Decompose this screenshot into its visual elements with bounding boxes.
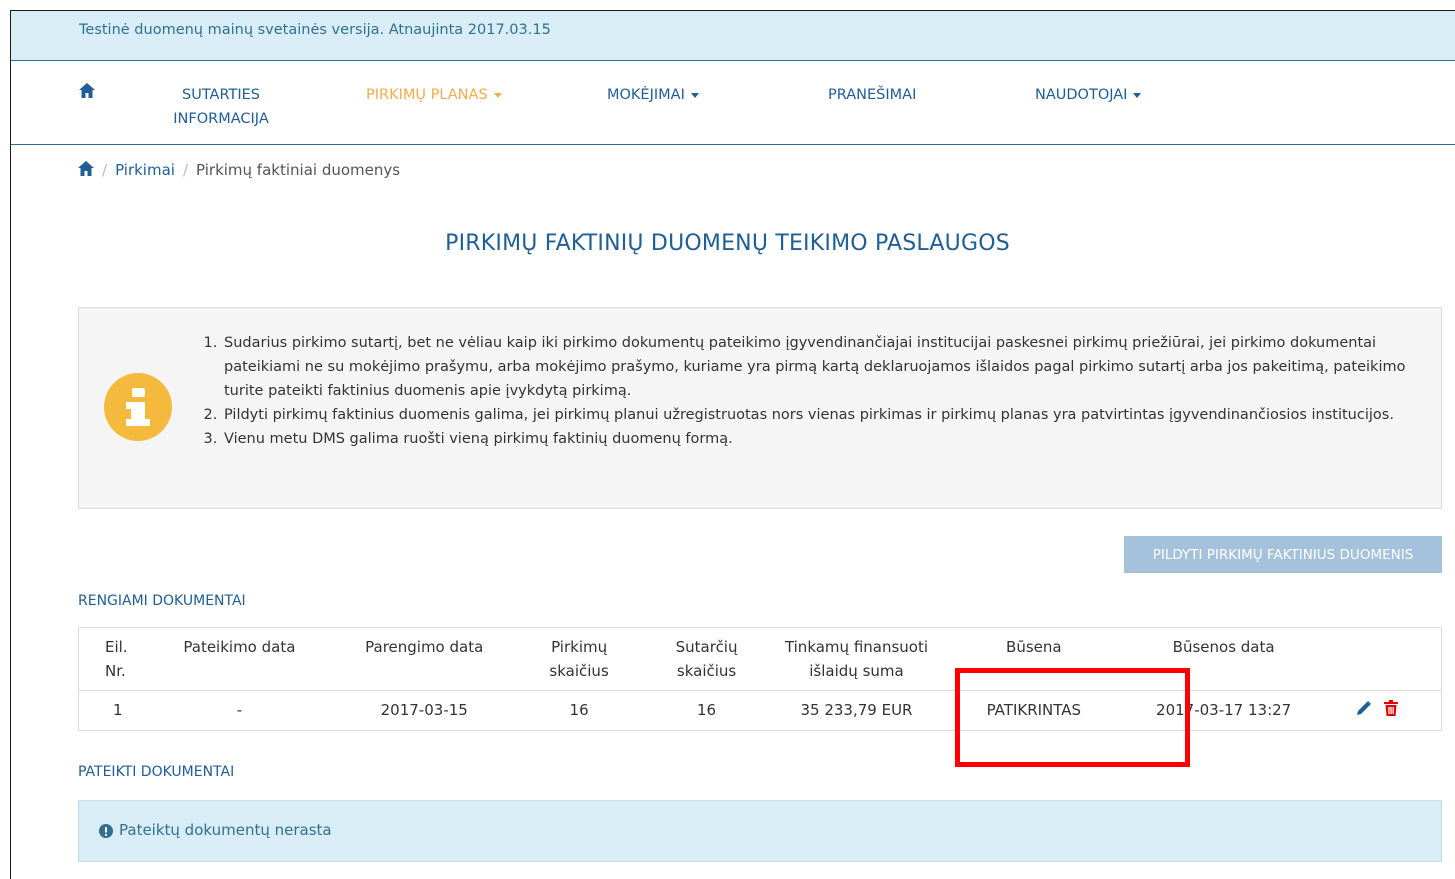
nav-pranesimai[interactable]: PRANEŠIMAI — [828, 83, 916, 107]
info-item: Vienu metu DMS galima ruošti vieną pirki… — [222, 427, 1432, 451]
edit-pencil-icon[interactable] — [1356, 692, 1372, 730]
col-header-nr: Eil. Nr. — [78, 627, 155, 691]
info-item: Sudarius pirkimo sutartį, bet ne vėliau … — [222, 331, 1432, 403]
nav-label-line2: INFORMACIJA — [173, 111, 269, 127]
cell-status: PATIKRINTAS — [986, 701, 1082, 720]
info-item: Pildyti pirkimų faktinius duomenis galim… — [222, 403, 1432, 427]
nav-label: NAUDOTOJAI — [1035, 87, 1128, 103]
nav-sutarties-informacija[interactable]: SUTARTIES INFORMACIJA — [161, 83, 281, 131]
no-documents-alert: Pateiktų dokumentų nerasta — [78, 800, 1442, 862]
cell-actions — [1314, 691, 1442, 731]
prepared-documents-title: RENGIAMI DOKUMENTAI — [78, 593, 246, 609]
nav-label: PIRKIMŲ PLANAS — [366, 87, 488, 103]
caret-down-icon — [1133, 92, 1142, 98]
col-header-actions — [1313, 627, 1442, 691]
delete-trash-icon[interactable] — [1384, 692, 1399, 730]
fill-purchase-data-button[interactable]: PILDYTI PIRKIMŲ FAKTINIUS DUOMENIS — [1124, 536, 1442, 573]
main-navbar: SUTARTIES INFORMACIJA PIRKIMŲ PLANAS MOK… — [11, 61, 1455, 145]
nav-pirkimu-planas[interactable]: PIRKIMŲ PLANAS — [366, 83, 502, 107]
col-header-contracts: Sutarčių skaičius — [634, 627, 780, 691]
info-icon — [104, 373, 172, 441]
no-documents-text: Pateiktų dokumentų nerasta — [119, 821, 332, 839]
breadcrumb-separator: / — [102, 161, 108, 179]
info-list: Sudarius pirkimo sutartį, bet ne vėliau … — [197, 331, 1432, 451]
nav-naudotojai[interactable]: NAUDOTOJAI — [1035, 83, 1142, 107]
col-header-status: Būsena — [933, 627, 1134, 691]
cell-submitted-date: - — [236, 701, 243, 720]
table-row: 1 - 2017-03-15 16 16 35 233,79 EUR PATIK… — [79, 691, 1442, 731]
col-header-prepared-date: Parengimo data — [324, 627, 525, 691]
col-header-purchases: Pirkimų skaičius — [524, 627, 635, 691]
cell-contracts: 16 — [697, 701, 717, 720]
col-header-amount: Tinkamų finansuoti išlaidų suma — [779, 627, 934, 691]
nav-label-line1: SUTARTIES — [182, 87, 260, 103]
col-header-status-date: Būsenos data — [1133, 627, 1314, 691]
cell-purchases: 16 — [569, 701, 589, 720]
caret-down-icon — [690, 92, 699, 98]
cell-nr: 1 — [113, 701, 123, 720]
caret-down-icon — [493, 92, 502, 98]
nav-label: MOKĖJIMAI — [607, 87, 685, 103]
breadcrumb-link-pirkimai[interactable]: Pirkimai — [115, 161, 175, 179]
cell-prepared-date: 2017-03-15 — [380, 701, 468, 720]
banner-text: Testinė duomenų mainų svetainės versija.… — [79, 22, 551, 38]
cell-status-date: 2017-03-17 13:27 — [1156, 701, 1292, 720]
submitted-documents-title: PATEIKTI DOKUMENTAI — [78, 764, 235, 780]
info-panel: Sudarius pirkimo sutartį, bet ne vėliau … — [78, 307, 1442, 509]
test-version-banner: Testinė duomenų mainų svetainės versija.… — [11, 11, 1455, 61]
home-icon[interactable] — [79, 83, 95, 102]
breadcrumb: / Pirkimai / Pirkimų faktiniai duomenys — [78, 161, 400, 180]
page-title: PIRKIMŲ FAKTINIŲ DUOMENŲ TEIKIMO PASLAUG… — [445, 231, 1010, 256]
breadcrumb-current: Pirkimų faktiniai duomenys — [196, 161, 401, 179]
table-header-row: Eil. Nr. Pateikimo data Parengimo data P… — [78, 627, 1442, 691]
col-header-submitted-date: Pateikimo data — [154, 627, 325, 691]
cell-amount: 35 233,79 EUR — [800, 701, 913, 720]
breadcrumb-separator: / — [182, 161, 189, 179]
nav-mokejimai[interactable]: MOKĖJIMAI — [607, 83, 699, 107]
nav-label: PRANEŠIMAI — [828, 87, 917, 103]
prepared-documents-table: Eil. Nr. Pateikimo data Parengimo data P… — [78, 627, 1442, 731]
breadcrumb-home-icon[interactable] — [78, 161, 94, 180]
exclamation-circle-icon — [99, 824, 113, 842]
